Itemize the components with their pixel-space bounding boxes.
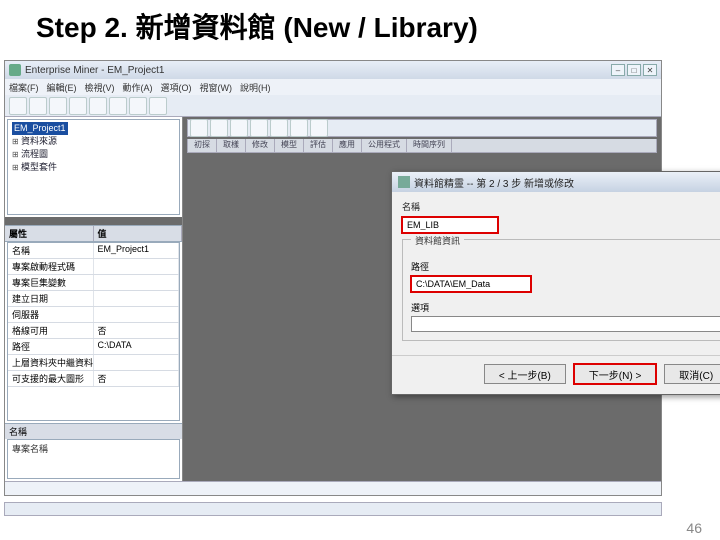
- canvas-tool-button[interactable]: [250, 119, 268, 137]
- prop-key: 專案巨集變數: [8, 275, 94, 290]
- dialog-title: 資料館精靈 -- 第 2 / 3 步 新增或修改: [414, 175, 574, 190]
- tree-node[interactable]: 模型套件: [12, 161, 175, 174]
- library-info-group: 資料館資訊 路徑 瀏覽(B)... 選項: [402, 239, 720, 341]
- menu-options[interactable]: 選項(O): [161, 81, 192, 94]
- menu-view[interactable]: 檢視(V): [85, 81, 115, 94]
- canvas-toolbar: [187, 119, 657, 137]
- tab[interactable]: 公用程式: [362, 139, 407, 152]
- prop-val[interactable]: [94, 291, 180, 306]
- minimize-button[interactable]: –: [611, 64, 625, 76]
- canvas-tool-button[interactable]: [230, 119, 248, 137]
- slide-page-number: 46: [686, 520, 702, 536]
- cancel-button[interactable]: 取消(C): [664, 364, 720, 384]
- tab[interactable]: 應用: [333, 139, 362, 152]
- menu-edit[interactable]: 編輯(E): [47, 81, 77, 94]
- toolbar-button[interactable]: [69, 97, 87, 115]
- tab[interactable]: 評估: [304, 139, 333, 152]
- tree-node[interactable]: 流程圖: [12, 148, 175, 161]
- menu-action[interactable]: 動作(A): [123, 81, 153, 94]
- toolbar-button[interactable]: [129, 97, 147, 115]
- library-wizard-dialog: 資料館精靈 -- 第 2 / 3 步 新增或修改 ✕ 名稱 引擎 BASE: [391, 171, 720, 395]
- menubar[interactable]: 檔案(F) 編輯(E) 檢視(V) 動作(A) 選項(O) 視窗(W) 說明(H…: [5, 79, 661, 95]
- toolbar-button[interactable]: [29, 97, 47, 115]
- prop-key: 上層資料夾中繼資料: [8, 355, 94, 370]
- slide-title: Step 2. 新增資料館 (New / Library): [0, 0, 720, 48]
- window-title: Enterprise Miner - EM_Project1: [25, 65, 165, 76]
- name-label: 名稱: [402, 200, 582, 213]
- tree-root[interactable]: EM_Project1: [12, 122, 68, 135]
- menu-window[interactable]: 視窗(W): [200, 81, 233, 94]
- prop-val[interactable]: [94, 355, 180, 370]
- preview-heading: 名稱: [5, 423, 182, 439]
- toolbar-button[interactable]: [9, 97, 27, 115]
- preview-pane: 專案名稱: [7, 439, 180, 479]
- tree-node[interactable]: 資料來源: [12, 135, 175, 148]
- prop-val[interactable]: [94, 259, 180, 274]
- canvas-tool-button[interactable]: [210, 119, 228, 137]
- prop-key: 格線可用: [8, 323, 94, 338]
- prop-val[interactable]: EM_Project1: [94, 243, 180, 258]
- menu-help[interactable]: 說明(H): [240, 81, 271, 94]
- window-controls: – □ ✕: [611, 64, 657, 76]
- tab[interactable]: 修改: [246, 139, 275, 152]
- path-label: 路徑: [411, 260, 720, 273]
- main-toolbar: [5, 95, 661, 117]
- group-legend: 資料館資訊: [411, 234, 464, 247]
- prop-key: 伺服器: [8, 307, 94, 322]
- prop-val[interactable]: [94, 307, 180, 322]
- prop-key: 建立日期: [8, 291, 94, 306]
- options-label: 選項: [411, 301, 720, 314]
- app-window: Enterprise Miner - EM_Project1 – □ ✕ 檔案(…: [4, 60, 662, 496]
- prop-val[interactable]: [94, 275, 180, 290]
- canvas-tool-button[interactable]: [190, 119, 208, 137]
- project-tree[interactable]: EM_Project1 資料來源 流程圖 模型套件: [7, 119, 180, 215]
- prop-val[interactable]: 否: [94, 323, 180, 338]
- col-property: 屬性: [5, 226, 94, 241]
- prop-val[interactable]: C:\DATA: [94, 339, 180, 354]
- library-name-input[interactable]: [402, 217, 498, 233]
- path-input[interactable]: [411, 276, 531, 292]
- node-category-tabs[interactable]: 初探 取樣 修改 模型 評估 應用 公用程式 時間序列: [187, 139, 657, 153]
- tab[interactable]: 時間序列: [407, 139, 452, 152]
- dialog-button-row: < 上一步(B) 下一步(N) > 取消(C): [392, 355, 720, 394]
- dialog-titlebar: 資料館精靈 -- 第 2 / 3 步 新增或修改 ✕: [392, 172, 720, 192]
- prop-key: 路徑: [8, 339, 94, 354]
- left-panel: EM_Project1 資料來源 流程圖 模型套件 屬性 值 名稱EM_Proj…: [5, 117, 183, 481]
- properties-header: 屬性 值: [5, 225, 182, 242]
- menu-file[interactable]: 檔案(F): [9, 81, 39, 94]
- tab[interactable]: 模型: [275, 139, 304, 152]
- prop-key: 專案啟動程式碼: [8, 259, 94, 274]
- close-button[interactable]: ✕: [643, 64, 657, 76]
- back-button[interactable]: < 上一步(B): [484, 364, 566, 384]
- canvas-tool-button[interactable]: [290, 119, 308, 137]
- toolbar-button[interactable]: [49, 97, 67, 115]
- dialog-icon: [398, 176, 410, 188]
- tab[interactable]: 取樣: [217, 139, 246, 152]
- horizontal-scrollbar[interactable]: [4, 502, 662, 516]
- prop-val[interactable]: 否: [94, 371, 180, 386]
- options-input[interactable]: [411, 316, 720, 332]
- col-value: 值: [94, 226, 183, 241]
- statusbar: [5, 481, 661, 495]
- canvas-tool-button[interactable]: [270, 119, 288, 137]
- maximize-button[interactable]: □: [627, 64, 641, 76]
- app-icon: [9, 64, 21, 76]
- prop-key: 可支援的最大圖形: [8, 371, 94, 386]
- prop-key: 名稱: [8, 243, 94, 258]
- canvas-tool-button[interactable]: [310, 119, 328, 137]
- diagram-canvas[interactable]: 初探 取樣 修改 模型 評估 應用 公用程式 時間序列 資料館精靈 -- 第 2…: [183, 117, 661, 481]
- titlebar: Enterprise Miner - EM_Project1 – □ ✕: [5, 61, 661, 79]
- tab[interactable]: 初探: [188, 139, 217, 152]
- toolbar-button[interactable]: [109, 97, 127, 115]
- toolbar-button[interactable]: [149, 97, 167, 115]
- next-button[interactable]: 下一步(N) >: [574, 364, 657, 384]
- toolbar-button[interactable]: [89, 97, 107, 115]
- properties-grid[interactable]: 名稱EM_Project1 專案啟動程式碼 專案巨集變數 建立日期 伺服器 格線…: [7, 242, 180, 421]
